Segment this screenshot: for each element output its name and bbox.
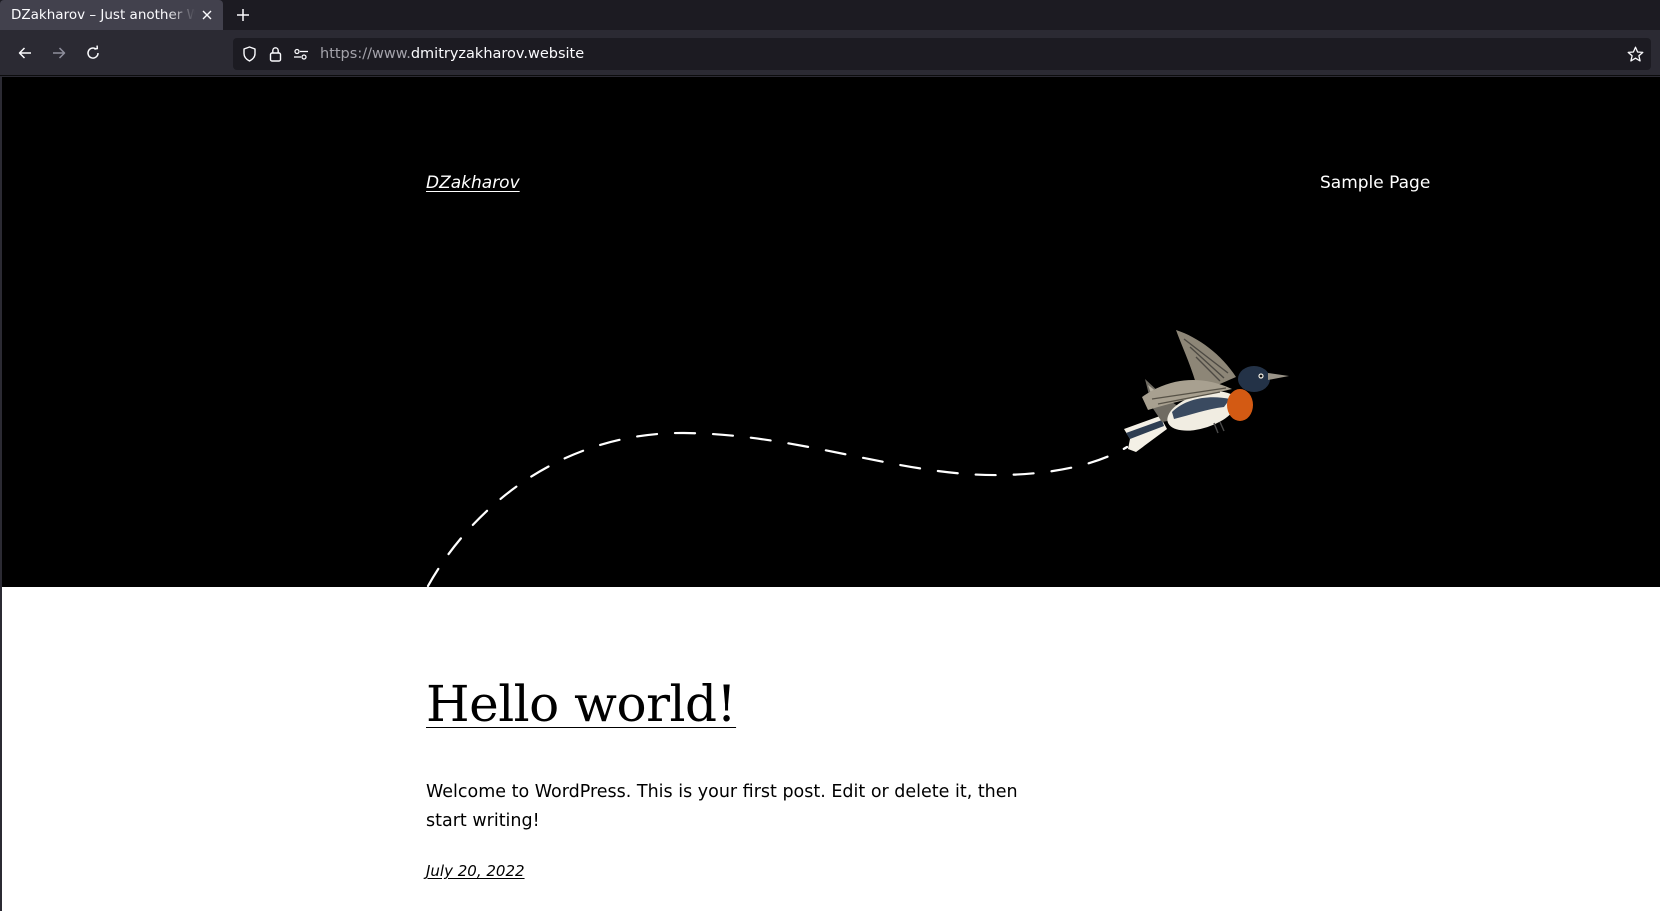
url-scheme: https://www. [320, 46, 411, 62]
site-title[interactable]: DZakharov [426, 173, 520, 193]
post-date[interactable]: July 20, 2022 [426, 862, 525, 880]
forward-button[interactable] [45, 39, 73, 67]
url-text[interactable]: https://www.dmitryzakharov.website [320, 46, 584, 62]
reload-button[interactable] [79, 39, 107, 67]
hero-illustration [426, 330, 1289, 587]
close-icon[interactable] [199, 7, 215, 23]
address-bar[interactable]: https://www.dmitryzakharov.website [233, 38, 1651, 70]
arrow-right-icon [53, 47, 66, 59]
browser-tab[interactable]: DZakharov – Just another WordPress site [0, 0, 223, 30]
navigation-toolbar: https://www.dmitryzakharov.website [0, 30, 1660, 76]
reload-icon [87, 45, 99, 59]
post-title[interactable]: Hello world! [426, 675, 737, 733]
site-header: DZakharov Sample Page [2, 77, 1660, 587]
plus-icon [237, 9, 249, 21]
back-button[interactable] [11, 39, 39, 67]
arrow-left-icon [18, 47, 31, 59]
url-host: dmitryzakharov.website [410, 46, 585, 62]
nav-link-sample-page[interactable]: Sample Page [1320, 173, 1430, 193]
new-tab-button[interactable] [227, 0, 259, 30]
bird-illustration [1124, 330, 1289, 452]
flight-path [426, 431, 1129, 587]
shield-icon[interactable] [239, 44, 259, 64]
tab-title: DZakharov – Just another WordPress site [11, 7, 195, 23]
tab-strip: DZakharov – Just another WordPress site [0, 0, 1660, 30]
star-icon[interactable] [1625, 44, 1645, 64]
post-excerpt: Welcome to WordPress. This is your first… [426, 782, 1018, 831]
permissions-icon[interactable] [291, 44, 311, 64]
page-viewport: DZakharov Sample Page Hello world! Welco… [2, 77, 1660, 911]
lock-icon[interactable] [265, 44, 285, 64]
